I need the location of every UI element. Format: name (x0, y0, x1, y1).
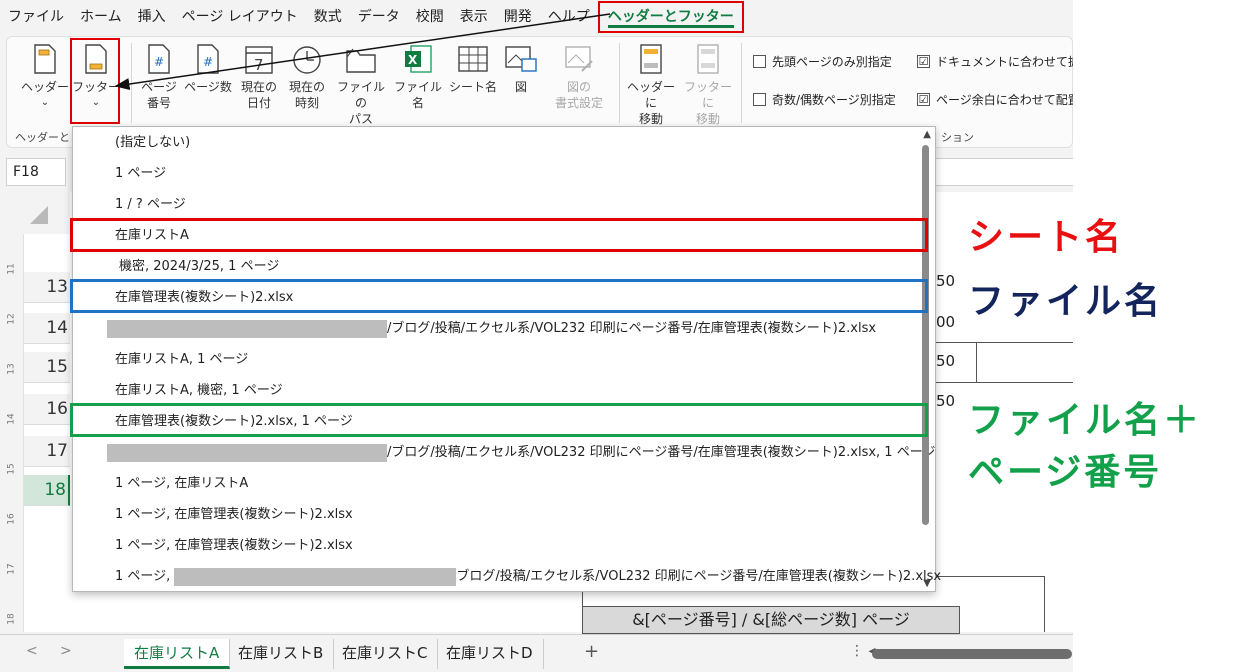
highlight-file-name (70, 279, 928, 313)
cell-border (976, 342, 977, 382)
dropdown-item-confidential[interactable]: 機密, 2024/3/25, 1 ページ (119, 251, 279, 282)
redacted-region (174, 567, 457, 586)
select-all-corner[interactable] (0, 192, 70, 234)
sheet-tab-c[interactable]: 在庫リストC (332, 639, 439, 669)
row-header-18[interactable]: 18 (24, 475, 70, 506)
horizontal-scrollbar[interactable] (872, 649, 1072, 659)
sheet-tab-d[interactable]: 在庫リストD (436, 639, 544, 669)
dropdown-item-page-file[interactable]: 1 ページ, 在庫管理表(複数シート)2.xlsx (115, 499, 353, 530)
scroll-down-arrow-icon[interactable]: ▼ (923, 578, 931, 589)
dropdown-scrollbar-thumb[interactable] (922, 145, 929, 525)
dropdown-item-sheet-confidential-page[interactable]: 在庫リストA, 機密, 1 ページ (115, 375, 283, 406)
dropdown-item-path-text: /ブログ/投稿/エクセル系/VOL232 印刷にページ番号/在庫管理表(複数シー… (387, 445, 936, 460)
sheet-tab-b[interactable]: 在庫リストB (228, 639, 335, 669)
name-box[interactable]: F18 (6, 158, 66, 186)
sheet-tab-bar: < > 在庫リストA 在庫リストB 在庫リストC 在庫リストD + ⋮ ◂ (0, 634, 1073, 672)
cell-border (936, 382, 1073, 383)
cell-value[interactable]: 50 (936, 352, 955, 370)
dropdown-item-page[interactable]: 1 ページ (115, 158, 166, 189)
row-header-17[interactable]: 17 (24, 436, 70, 467)
cell-border (1044, 576, 1045, 632)
ruler-number: 17 (6, 563, 17, 575)
highlight-sheet-name (70, 218, 928, 252)
dropdown-item-page-sheet[interactable]: 1 ページ, 在庫リストA (115, 468, 248, 499)
ruler-number: 18 (6, 613, 17, 625)
annotation-file-name: ファイル名 (968, 281, 1164, 322)
row-header-16[interactable]: 16 (24, 394, 70, 425)
dropdown-item-file-path[interactable]: /ブログ/投稿/エクセル系/VOL232 印刷にページ番号/在庫管理表(複数シー… (107, 313, 876, 344)
footer-dropdown: (指定しない) 1 ページ 1 / ? ページ 在庫リストA 機密, 2024/… (72, 126, 941, 592)
ruler-number: 13 (6, 363, 17, 375)
dropdown-item-page-file-2[interactable]: 1 ページ, 在庫管理表(複数シート)2.xlsx (115, 530, 353, 561)
ruler-number: 14 (6, 413, 17, 425)
annotation-file-name-page: ファイル名＋ ページ番号 (968, 395, 1202, 499)
add-sheet-button[interactable]: + (584, 641, 599, 662)
row-header-14[interactable]: 14 (24, 313, 70, 344)
annotation-line-1: ファイル名＋ (968, 400, 1203, 441)
redacted-region (107, 319, 387, 338)
dropdown-item-path-text: ブログ/投稿/エクセル系/VOL232 印刷にページ番号/在庫管理表(複数シート… (456, 569, 942, 584)
select-all-triangle (30, 206, 48, 224)
sheet-tab-a[interactable]: 在庫リストA (124, 639, 231, 669)
chevron-left-icon[interactable]: < (26, 643, 38, 659)
annotation-arrow (114, 13, 611, 90)
dropdown-item-path-text: /ブログ/投稿/エクセル系/VOL232 印刷にページ番号/在庫管理表(複数シー… (387, 321, 877, 336)
chevron-right-icon[interactable]: > (60, 643, 72, 659)
ruler-number: 11 (6, 263, 17, 275)
footer-preview-cell[interactable]: &[ページ番号] / &[総ページ数] ページ (582, 606, 960, 634)
ruler-number: 15 (6, 463, 17, 475)
redacted-region (107, 443, 387, 462)
row-header-15[interactable]: 15 (24, 352, 70, 383)
ruler-number: 12 (6, 313, 17, 325)
cell-value[interactable]: 50 (936, 272, 955, 290)
dropdown-item-page-prefix: 1 ページ, (115, 569, 171, 584)
cell-value[interactable]: 50 (936, 392, 955, 410)
annotation-sheet-name: シート名 (968, 217, 1125, 258)
dropdown-item-file-path-page[interactable]: /ブログ/投稿/エクセル系/VOL232 印刷にページ番号/在庫管理表(複数シー… (107, 437, 935, 468)
dropdown-item-page-path[interactable]: 1 ページ, ブログ/投稿/エクセル系/VOL232 印刷にページ番号/在庫管理… (115, 561, 941, 592)
dropdown-item-page-of[interactable]: 1 / ? ページ (115, 189, 186, 220)
ruler-number: 16 (6, 513, 17, 525)
vertical-ruler: 11 12 13 14 15 16 17 18 (0, 234, 24, 632)
highlight-file-name-page (70, 403, 928, 437)
cell-value[interactable]: 00 (936, 313, 955, 331)
row-header-13[interactable]: 13 (24, 272, 70, 303)
annotation-line-2: ページ番号 (968, 452, 1163, 493)
dropdown-item-sheet-page[interactable]: 在庫リストA, 1 ページ (115, 344, 248, 375)
cell-border (936, 342, 1073, 343)
